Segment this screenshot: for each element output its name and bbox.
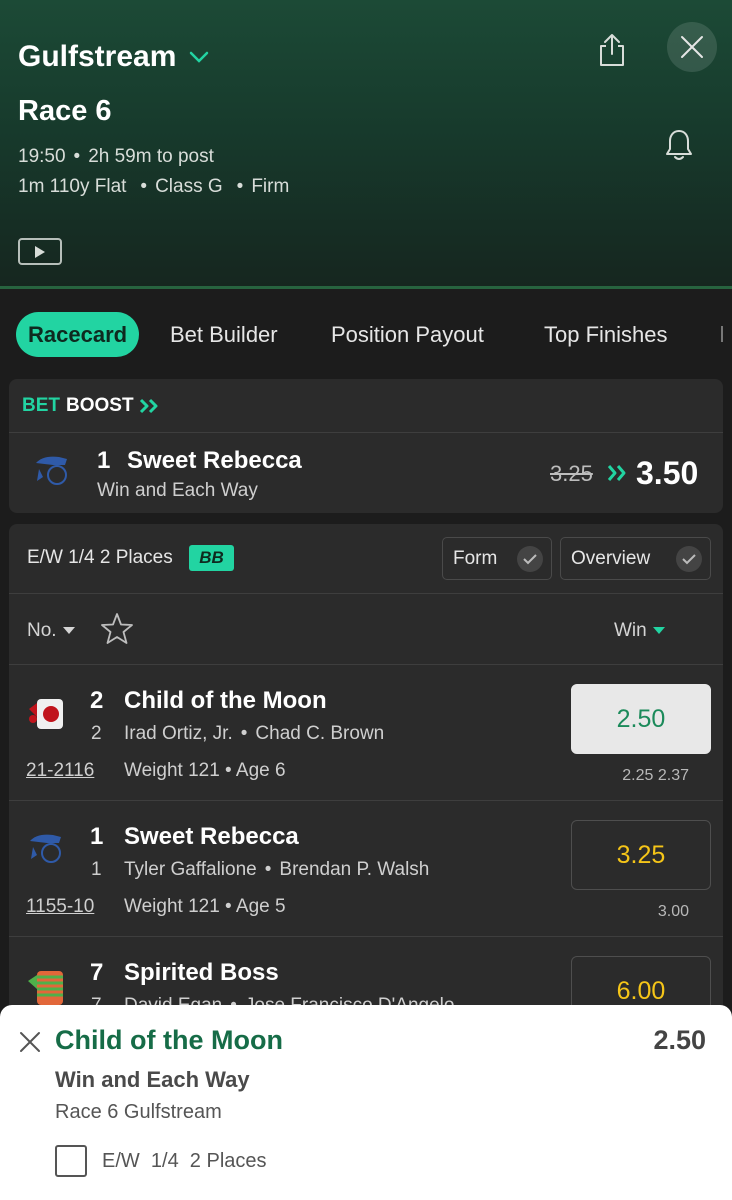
runner-draw: 1 xyxy=(91,859,102,880)
runner-weight-age: Weight 121 • Age 6 xyxy=(124,760,286,781)
trainer-name: Brendan P. Walsh xyxy=(279,859,430,880)
bell-icon[interactable] xyxy=(664,128,694,162)
bet-slip: Child of the Moon 2.50 Win and Each Way … xyxy=(0,1005,732,1200)
slip-selection-name: Child of the Moon xyxy=(55,1025,283,1055)
runner-number: 2 xyxy=(90,687,104,714)
slip-market: Win and Each Way xyxy=(55,1067,250,1092)
race-tabs: Racecard Bet Builder Position Payout Top… xyxy=(0,300,732,368)
previous-odds: 3.00 xyxy=(657,903,689,920)
tab-racecard[interactable]: Racecard xyxy=(16,312,140,357)
runner-form[interactable]: 21-2116 xyxy=(26,760,94,782)
jockey-silk-icon xyxy=(30,834,61,863)
boost-market: Win and Each Way xyxy=(97,480,258,501)
share-icon[interactable] xyxy=(596,32,628,68)
watch-video-button[interactable] xyxy=(18,238,62,265)
bet-boost-title: BET BOOST xyxy=(22,395,161,417)
close-icon[interactable] xyxy=(19,1031,41,1053)
bet-boost-card[interactable]: BET BOOST 1 Sweet Rebecca Win and Each W… xyxy=(9,379,723,513)
runner-connections: Tyler Gaffalione • Brendan P. Walsh xyxy=(124,859,429,881)
caret-down-icon xyxy=(62,627,75,634)
runner-row: 2 Child of the Moon 2 Irad Ortiz, Jr. • Ch… xyxy=(9,665,723,801)
bet-builder-badge: BB xyxy=(189,545,234,571)
race-time-info: 19:50 • 2h 59m to post xyxy=(18,146,214,168)
checkmark-icon xyxy=(676,546,702,572)
tab-position-payout[interactable]: Position Payout xyxy=(331,312,484,357)
race-going: Firm xyxy=(251,176,290,197)
boost-new-odds[interactable]: 3.50 xyxy=(636,455,698,492)
runner-number: 1 xyxy=(90,823,104,850)
jockey-name: Tyler Gaffalione xyxy=(124,859,257,880)
race-distance: 1m 110y Flat xyxy=(18,176,127,197)
jockey-silk-icon xyxy=(36,456,67,485)
runner-number: 7 xyxy=(90,959,104,986)
each-way-terms: E/W 1/4 2 Places xyxy=(27,547,173,568)
separator-dot: • xyxy=(236,176,244,197)
column-win-label: Win xyxy=(614,620,647,641)
race-class: Class G xyxy=(155,176,223,197)
runner-draw: 2 xyxy=(91,723,102,744)
runner-name[interactable]: Child of the Moon xyxy=(124,687,327,715)
race-name: Race 6 xyxy=(18,95,112,127)
tab-top-finishes[interactable]: Top Finishes xyxy=(544,312,668,357)
runner-connections: Irad Ortiz, Jr. • Chad C. Brown xyxy=(124,723,384,745)
win-odds-button[interactable]: 3.25 xyxy=(571,820,711,890)
header-divider xyxy=(0,286,732,289)
runner-form[interactable]: 1155-10 xyxy=(26,896,94,918)
separator-dot: • xyxy=(264,859,272,880)
slip-race: Race 6 Gulfstream xyxy=(55,1101,222,1123)
race-header: Gulfstream Race 6 19:50 • 2h 59m to post 1… xyxy=(0,0,732,289)
form-toggle-label: Form xyxy=(453,547,498,569)
overview-toggle-label: Overview xyxy=(571,547,651,569)
each-way-label: E/W 1/4 2 Places xyxy=(102,1150,267,1172)
form-toggle[interactable]: Form xyxy=(442,537,552,580)
chevron-down-icon xyxy=(190,51,209,63)
each-way-checkbox[interactable] xyxy=(55,1145,87,1177)
race-time: 19:50 xyxy=(18,146,66,167)
runner-name[interactable]: Sweet Rebecca xyxy=(124,823,299,851)
star-icon[interactable] xyxy=(100,612,134,646)
runner-weight-age: Weight 121 • Age 5 xyxy=(124,896,286,917)
separator-dot: • xyxy=(140,176,148,197)
close-icon xyxy=(681,36,703,58)
trainer-name: Chad C. Brown xyxy=(255,723,385,744)
bet-boost-label-boost: BOOST xyxy=(66,395,134,416)
divider xyxy=(9,432,723,433)
jockey-silk-icon xyxy=(28,971,63,1005)
double-chevron-icon xyxy=(607,465,626,481)
runner-row: 1 Sweet Rebecca 1 Tyler Gaffalione • Brend… xyxy=(9,801,723,937)
column-number-label: No. xyxy=(27,620,57,641)
race-conditions: 1m 110y Flat • Class G • Firm xyxy=(18,176,289,198)
sort-by-number[interactable]: No. xyxy=(27,620,75,642)
separator-dot: • xyxy=(73,146,81,167)
bet-boost-label-bet: BET xyxy=(22,395,60,416)
boost-horse-name: Sweet Rebecca xyxy=(127,447,302,474)
win-odds-button[interactable]: 2.50 xyxy=(571,684,711,754)
separator-dot: • xyxy=(240,723,248,744)
countdown: 2h 59m to post xyxy=(88,146,214,167)
double-chevron-icon xyxy=(139,398,158,414)
venue-name: Gulfstream xyxy=(18,40,177,73)
checkmark-icon xyxy=(517,546,543,572)
previous-odds: 2.25 2.37 xyxy=(622,767,689,784)
tab-divider xyxy=(721,326,723,342)
boost-old-odds: 3.25 xyxy=(550,461,593,486)
play-icon xyxy=(35,245,45,258)
slip-odds: 2.50 xyxy=(653,1025,706,1055)
jockey-name: Irad Ortiz, Jr. xyxy=(124,723,233,744)
close-button[interactable] xyxy=(667,22,717,72)
sort-by-win[interactable]: Win xyxy=(614,620,665,642)
caret-down-icon xyxy=(652,627,665,634)
overview-toggle[interactable]: Overview xyxy=(560,537,711,580)
divider xyxy=(9,593,723,594)
jockey-silk-icon xyxy=(29,699,63,729)
boost-runner-number: 1 xyxy=(97,447,111,474)
venue-selector[interactable]: Gulfstream xyxy=(18,40,210,74)
runner-name[interactable]: Spirited Boss xyxy=(124,959,279,987)
tab-bet-builder[interactable]: Bet Builder xyxy=(170,312,278,357)
